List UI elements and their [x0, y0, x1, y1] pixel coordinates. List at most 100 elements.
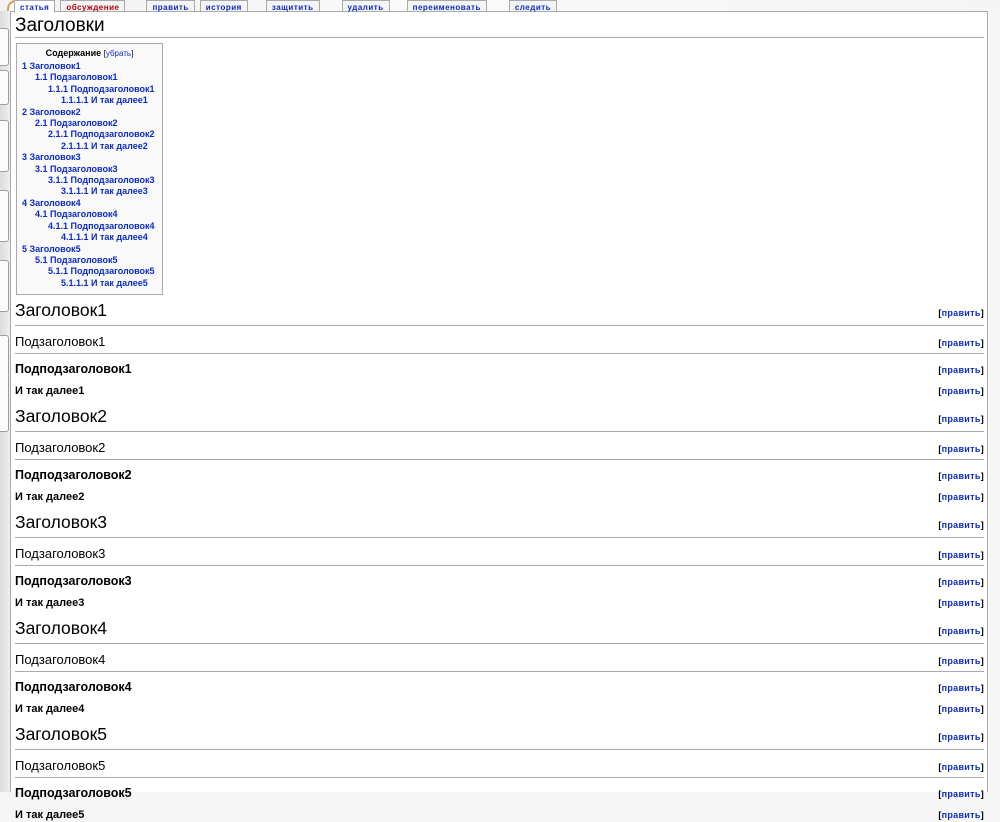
edit-section-link[interactable]: править	[942, 386, 981, 396]
toc-hide-link[interactable]: убрать	[106, 49, 131, 58]
toc-entry: 5.1 Подзаголовок5	[22, 255, 157, 266]
edit-section: [править]	[938, 575, 984, 589]
heading-text: И так далее5	[15, 809, 84, 822]
edit-section: [править]	[938, 681, 984, 695]
toc-entry: 4.1.1 Подподзаголовок4	[22, 221, 157, 232]
toc-link[interactable]: 4 Заголовок4	[22, 198, 81, 208]
edit-section-link[interactable]: править	[942, 444, 981, 454]
heading-level-5: И так далее5[править]	[15, 809, 984, 822]
toc-link[interactable]: 5.1.1.1 И так далее5	[61, 278, 148, 288]
tab-move[interactable]: переименовать	[407, 0, 487, 12]
heading-level-3: Подзаголовок3[править]	[15, 546, 984, 566]
table-of-contents: Содержание [убрать] 1 Заголовок11.1 Подз…	[16, 43, 163, 295]
toc-link[interactable]: 3 Заголовок3	[22, 152, 81, 162]
toc-entry: 3.1.1 Подподзаголовок3	[22, 175, 157, 186]
heading-level-5: И так далее4 [править]	[15, 703, 984, 716]
tab-article[interactable]: статья	[14, 0, 55, 13]
toc-link[interactable]: 2.1 Подзаголовок2	[35, 118, 117, 128]
toc-link[interactable]: 5.1.1 Подподзаголовок5	[48, 266, 155, 276]
edit-section-link[interactable]: править	[942, 626, 981, 636]
toc-link[interactable]: 4.1 Подзаголовок4	[35, 209, 117, 219]
heading-level-4: Подподзаголовок5[править]	[15, 786, 984, 801]
toc-link[interactable]: 3.1.1 Подподзаголовок3	[48, 175, 155, 185]
edit-section-link[interactable]: править	[942, 338, 981, 348]
toc-link[interactable]: 3.1 Подзаголовок3	[35, 164, 117, 174]
edit-section-link[interactable]: править	[942, 520, 981, 530]
edit-section: [править]	[938, 442, 984, 457]
page-tabs: статья обсуждение править история защитить уд…	[14, 0, 557, 12]
sidebar-edge-fragment	[0, 335, 9, 432]
edit-section-link[interactable]: править	[942, 550, 981, 560]
edit-section-link[interactable]: править	[942, 656, 981, 666]
edit-section-link[interactable]: править	[942, 683, 981, 693]
sidebar-edge-fragment	[0, 190, 9, 242]
heading-level-2: Заголовок1[править]	[15, 301, 984, 326]
toc-link[interactable]: 1.1 Подзаголовок1	[35, 72, 117, 82]
edit-section-link[interactable]: править	[942, 308, 981, 318]
edit-section: [править]	[938, 787, 984, 801]
toc-link[interactable]: 1.1.1 Подподзаголовок1	[48, 84, 155, 94]
edit-section-link[interactable]: править	[942, 762, 981, 772]
tab-delete[interactable]: удалить	[342, 0, 390, 12]
tab-discussion[interactable]: обсуждение	[60, 0, 125, 12]
heading-text: Заголовок2	[15, 407, 107, 426]
tab-history[interactable]: история	[200, 0, 248, 12]
toc-link[interactable]: 2 Заголовок2	[22, 107, 81, 117]
heading-text: И так далее4	[15, 703, 84, 716]
toc-title: Содержание	[46, 48, 101, 58]
edit-section-link[interactable]: править	[942, 365, 981, 375]
edit-section-link[interactable]: править	[942, 598, 981, 608]
heading-level-5: И так далее2 [править]	[15, 491, 984, 504]
toc-link[interactable]: 5 Заголовок5	[22, 244, 81, 254]
edit-section-link[interactable]: править	[942, 471, 981, 481]
toc-toggle[interactable]: [убрать]	[104, 49, 134, 58]
heading-text: Подзаголовок2	[15, 440, 105, 455]
heading-level-2: Заголовок3[править]	[15, 513, 984, 538]
heading-level-4: Подподзаголовок2[править]	[15, 468, 984, 483]
toc-list: 1 Заголовок11.1 Подзаголовок1 1.1.1 Подпо…	[22, 61, 157, 289]
edit-section: [править]	[938, 548, 984, 563]
tab-edit[interactable]: править	[146, 0, 194, 12]
tab-watch[interactable]: следить	[509, 0, 557, 12]
toc-entry: 4 Заголовок4	[22, 198, 157, 209]
heading-text: И так далее3	[15, 597, 84, 610]
heading-level-3: Подзаголовок4[править]	[15, 652, 984, 672]
heading-text: Подзаголовок1	[15, 334, 105, 349]
edit-section-link[interactable]: править	[942, 492, 981, 502]
heading-level-2: Заголовок5[править]	[15, 725, 984, 750]
edit-section-link[interactable]: править	[942, 577, 981, 587]
toc-link[interactable]: 2.1.1 Подподзаголовок2	[48, 129, 155, 139]
toc-entry: 4.1.1.1 И так далее4	[22, 232, 157, 243]
toc-link[interactable]: 4.1.1.1 И так далее4	[61, 232, 148, 242]
edit-section: [править]	[938, 760, 984, 775]
toc-link[interactable]: 4.1.1 Подподзаголовок4	[48, 221, 155, 231]
toc-link[interactable]: 1 Заголовок1	[22, 61, 81, 71]
edit-section-link[interactable]: править	[942, 414, 981, 424]
edit-section: [править]	[938, 703, 984, 716]
edit-section: [править]	[938, 385, 984, 398]
edit-section-link[interactable]: править	[942, 704, 981, 714]
sidebar-edge	[0, 11, 10, 792]
toc-entry: 2.1.1 Подподзаголовок2	[22, 129, 157, 140]
edit-section-link[interactable]: править	[942, 789, 981, 799]
edit-section-link[interactable]: править	[942, 810, 981, 820]
edit-section-link[interactable]: править	[942, 732, 981, 742]
heading-level-5: И так далее3 [править]	[15, 597, 984, 610]
sidebar-edge-fragment	[0, 260, 9, 312]
edit-section: [править]	[938, 654, 984, 669]
toc-entry: 2 Заголовок2	[22, 107, 157, 118]
tab-protect[interactable]: защитить	[266, 0, 320, 12]
toc-link[interactable]: 2.1.1.1 И так далее2	[61, 141, 148, 151]
toc-entry: 2.1.1.1 И так далее2	[22, 141, 157, 152]
toc-link[interactable]: 1.1.1.1 И так далее1	[61, 95, 148, 105]
edit-section: [править]	[938, 597, 984, 610]
edit-section: [править]	[938, 516, 984, 535]
toc-entry: 5.1.1 Подподзаголовок5	[22, 266, 157, 277]
heading-level-3: Подзаголовок5[править]	[15, 758, 984, 778]
edit-section: [править]	[938, 491, 984, 504]
heading-text: И так далее2	[15, 491, 84, 504]
edit-section: [править]	[938, 469, 984, 483]
toc-link[interactable]: 5.1 Подзаголовок5	[35, 255, 117, 265]
toc-link[interactable]: 3.1.1.1 И так далее3	[61, 186, 148, 196]
heading-text: Подподзаголовок3	[15, 574, 132, 588]
